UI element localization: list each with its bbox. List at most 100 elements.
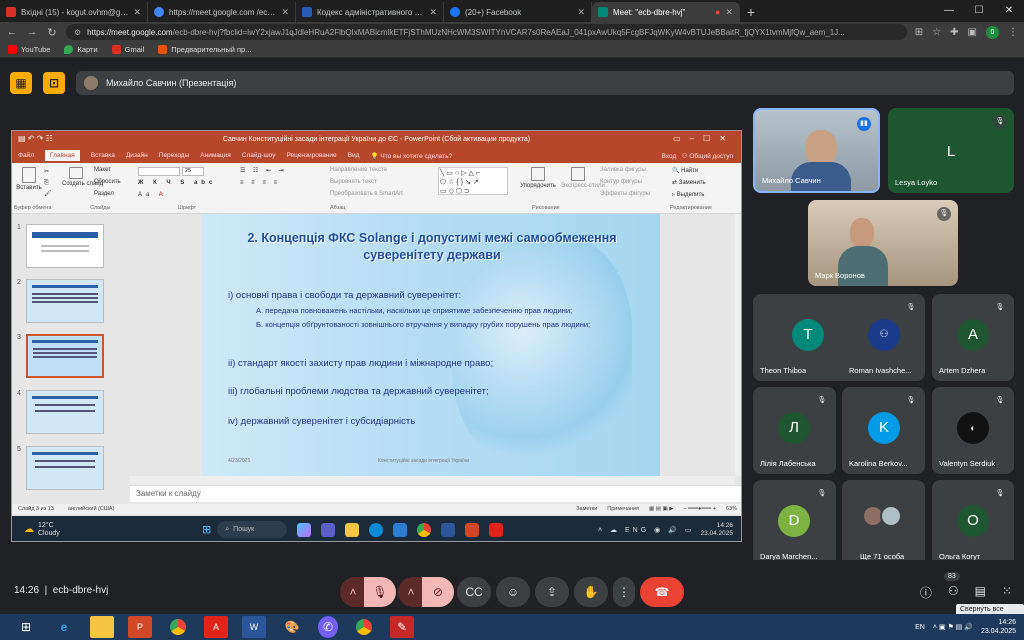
tray-icons[interactable]: ˄ ▣ ⚑ ▤ 🔊: [933, 623, 973, 631]
people-icon[interactable]: ⚇: [948, 584, 959, 601]
slide-thumb-4[interactable]: [26, 390, 104, 434]
zoom-level[interactable]: 63%: [726, 506, 737, 512]
chrome-profile-icon[interactable]: [352, 616, 376, 638]
menu-dots-icon[interactable]: ⋮: [1008, 27, 1018, 38]
url-input[interactable]: ⚙ https://meet.google.com/ecb-dbre-hvj?fb…: [66, 24, 907, 40]
quick-access-icons[interactable]: ▤ ↶ ↷ ☷: [18, 134, 53, 143]
menu-file[interactable]: Файл: [18, 152, 34, 159]
font-size-input[interactable]: 25: [182, 167, 204, 176]
forward-arrow-icon[interactable]: →: [26, 26, 38, 38]
reset-button[interactable]: Сбросить: [94, 179, 121, 185]
captions-button[interactable]: CC: [457, 577, 491, 607]
taskbar-clock[interactable]: 14:26 23.04.2025: [700, 522, 733, 538]
windows-start-icon[interactable]: ⊞: [202, 523, 211, 536]
participant-tile[interactable]: 🎙 D Darya Marchen...: [753, 480, 836, 567]
mic-options-button[interactable]: ˄: [340, 577, 366, 607]
camera-toggle-button[interactable]: ⊘: [422, 577, 454, 607]
menu-transitions[interactable]: Переходы: [159, 152, 190, 159]
zoom-slider[interactable]: – ━━━●━━━ +: [683, 506, 716, 512]
paste-button[interactable]: Вставить: [16, 167, 42, 191]
new-tab-button[interactable]: +: [740, 2, 762, 22]
ie-icon[interactable]: e: [52, 616, 76, 638]
align-icons[interactable]: ≡ ≡ ≡ ≡: [240, 180, 280, 186]
windows-start-icon[interactable]: ⊞: [14, 616, 38, 638]
slide-thumb-1[interactable]: [26, 224, 104, 268]
system-clock[interactable]: 14:26 23.04.2025: [981, 618, 1016, 636]
more-participants-tile[interactable]: Ще 71 особа: [842, 480, 925, 567]
chrome-icon[interactable]: [417, 522, 432, 537]
text-direction-button[interactable]: Направление текста: [330, 167, 387, 173]
comments-toggle[interactable]: Примечания: [607, 506, 639, 512]
bookmark-youtube[interactable]: YouTube: [8, 45, 50, 54]
activities-icon[interactable]: ⁙: [1002, 584, 1012, 601]
font-color-icons[interactable]: Aa A: [138, 192, 167, 198]
pdf-icon[interactable]: [489, 522, 504, 537]
input-language[interactable]: EN: [915, 624, 925, 631]
layout-button[interactable]: Макет: [94, 167, 111, 173]
close-window-button[interactable]: ✕: [994, 0, 1024, 22]
browser-tab-meet-link[interactable]: https://meet.google.com /ecb-dbre ✕: [148, 2, 296, 22]
notes-pane[interactable]: Заметки к слайду: [130, 485, 741, 502]
edge-icon[interactable]: [369, 522, 384, 537]
teams-icon[interactable]: [321, 522, 336, 537]
menu-design[interactable]: Дизайн: [126, 152, 148, 159]
mic-toggle-button[interactable]: 🎙: [364, 577, 396, 607]
emoji-button[interactable]: ☺: [496, 577, 530, 607]
arrange-button[interactable]: Упорядочить: [518, 167, 558, 189]
smartart-button[interactable]: Преобразовать в SmartArt: [330, 191, 403, 197]
shape-outline-button[interactable]: Контур фигуры: [600, 179, 642, 185]
presentation-header[interactable]: Михайло Савчин (Презентація): [76, 71, 1014, 95]
info-icon[interactable]: ⓘ: [920, 584, 932, 601]
participant-tile[interactable]: 🎙 ⚇ Roman Ivashche...: [842, 294, 925, 381]
camera-options-button[interactable]: ˄: [398, 577, 424, 607]
extension-icon[interactable]: ⊞: [915, 27, 923, 38]
menu-view[interactable]: Вид: [348, 152, 360, 159]
browser-tab-meet[interactable]: Meet: "ecb-dbre-hvj" ● ✕: [592, 2, 740, 22]
pdf-icon[interactable]: A: [204, 616, 228, 638]
find-button[interactable]: 🔍 Найти: [672, 167, 698, 174]
new-slide-button[interactable]: Создать слайд: [62, 167, 103, 187]
participant-tile[interactable]: 🎙 Л Лілія Лабенська: [753, 387, 836, 474]
sidepanel-icon[interactable]: ▣: [968, 27, 977, 38]
section-button[interactable]: Раздел: [94, 191, 114, 197]
shapes-gallery[interactable]: ╲▭○▷△⌐ ⬠☆{}↘↗ ▭◇⬡⊃: [438, 167, 508, 195]
store-icon[interactable]: [393, 522, 408, 537]
profile-avatar[interactable]: 0: [986, 25, 999, 39]
maximize-button[interactable]: ☐: [964, 0, 994, 22]
participant-tile[interactable]: 🎙 A Artem Dzhera: [932, 294, 1014, 381]
participant-tile[interactable]: 🎙 Марк Воронов: [808, 200, 958, 286]
paint-icon[interactable]: 🎨: [280, 616, 304, 638]
tray-icons[interactable]: ˄ ☁ ENG ◉ 🔊 ▭: [598, 526, 694, 534]
present-button[interactable]: ⇪: [535, 577, 569, 607]
participant-tile[interactable]: 🎙 K Karolina Berkov...: [842, 387, 925, 474]
chat-icon[interactable]: ▤: [975, 584, 986, 601]
site-info-icon[interactable]: ⚙: [74, 28, 81, 37]
participant-tile[interactable]: 🎙 O Ольга Когут: [932, 480, 1014, 567]
paragraph-icons[interactable]: ☰ ☷ ⇤ ⇥: [240, 167, 287, 174]
chrome-icon[interactable]: [166, 616, 190, 638]
close-icon[interactable]: ✕: [577, 7, 585, 18]
puzzle-icon[interactable]: ✚: [950, 27, 958, 38]
bookmark-star-icon[interactable]: ☆: [932, 27, 941, 38]
minimize-button[interactable]: —: [934, 0, 964, 22]
participant-tile[interactable]: 🎙 ◐ Valentyn Serdiuk: [932, 387, 1014, 474]
menu-slideshow[interactable]: Слайд-шоу: [242, 152, 276, 159]
shape-effects-button[interactable]: Эффекты фигуры: [600, 191, 650, 197]
participant-tile[interactable]: 🎙 L Lesya Loyko: [888, 108, 1014, 193]
view-icons[interactable]: ▦ ▤ ▣ ▶: [649, 506, 673, 512]
slide-thumb-3[interactable]: [26, 334, 104, 378]
close-icon[interactable]: ✕: [429, 7, 437, 18]
explorer-icon[interactable]: [345, 522, 360, 537]
copilot-icon[interactable]: [297, 522, 312, 537]
cut-copy-icons[interactable]: ✂ ⎘ 🖌: [44, 167, 52, 200]
align-text-button[interactable]: Выровнять текст: [330, 179, 377, 185]
current-slide[interactable]: 2. Концепція ФКС Solange і допустимі меж…: [202, 214, 660, 476]
reload-icon[interactable]: ↻: [46, 26, 58, 39]
bookmark-maps[interactable]: Карти: [64, 45, 98, 54]
browser-tab-facebook[interactable]: (20+) Facebook ✕: [444, 2, 592, 22]
menu-insert[interactable]: Вставка: [91, 152, 115, 159]
word-icon[interactable]: W: [242, 616, 266, 638]
signin-link[interactable]: Вход: [662, 153, 677, 160]
menu-animation[interactable]: Анимация: [200, 152, 231, 159]
language-status[interactable]: английский (США): [68, 506, 115, 512]
